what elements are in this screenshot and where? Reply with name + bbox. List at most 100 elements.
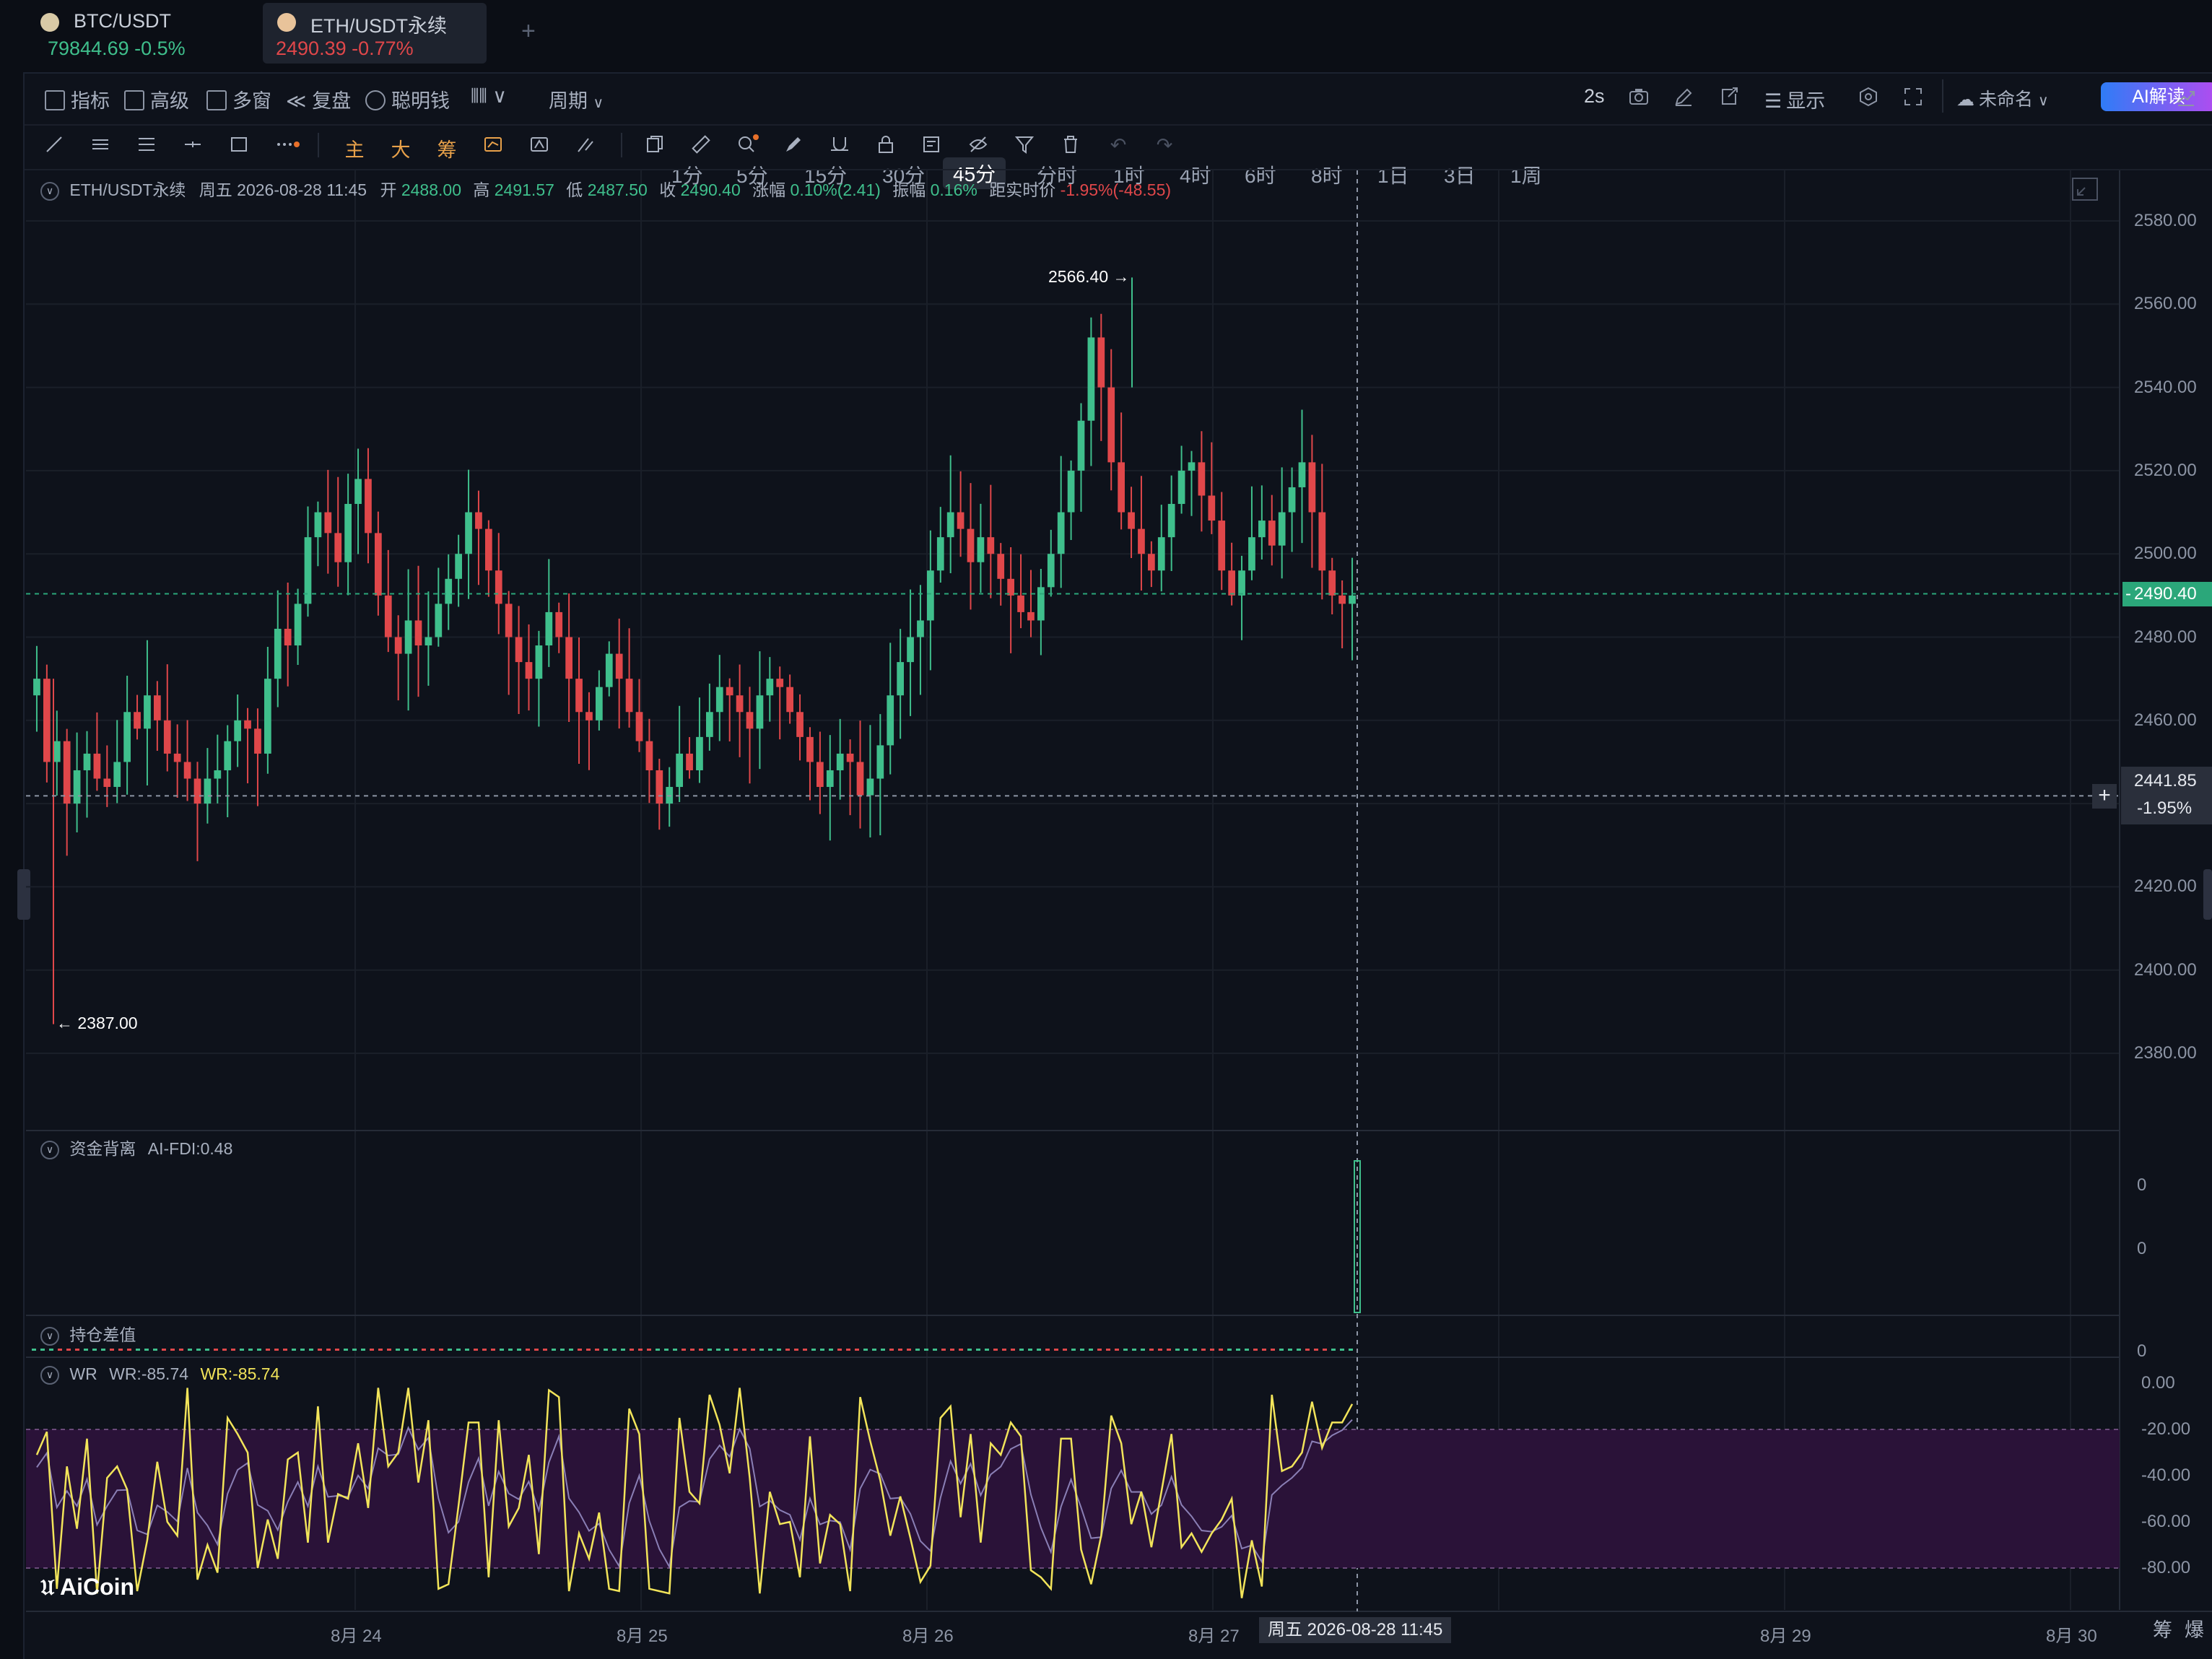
oi-tick [933, 1349, 937, 1351]
oi-tick [179, 1349, 183, 1351]
oi-tick [855, 1349, 859, 1351]
oi-tick [40, 1349, 45, 1351]
candle-body [726, 687, 733, 696]
candle-body [515, 637, 523, 663]
oi-tick [465, 1349, 469, 1351]
oi-tick [707, 1349, 712, 1351]
oi-tick [456, 1349, 461, 1351]
collapse-chevron-icon[interactable]: ∨ [40, 1365, 59, 1385]
oi-tick [950, 1349, 954, 1351]
oi-tick [344, 1349, 348, 1351]
oi-tick [335, 1349, 339, 1351]
collapse-chevron-icon[interactable]: ∨ [40, 1326, 59, 1346]
candle-body [43, 679, 51, 762]
oi-tick [101, 1349, 105, 1351]
candle-body [1268, 521, 1276, 546]
candle-body [484, 528, 492, 571]
oi-tick [474, 1349, 478, 1351]
candle-body [826, 770, 834, 788]
high-label: 高 [473, 180, 490, 199]
oi-tick [586, 1349, 591, 1351]
wr-title: WR [69, 1364, 97, 1383]
oi-tick [526, 1349, 530, 1351]
candle-body [1308, 462, 1316, 513]
oi-tick [656, 1349, 660, 1351]
distance-value: -1.95%(-48.55) [1060, 180, 1172, 199]
maximize-pane-icon[interactable] [2072, 178, 2098, 201]
wr-axis-tick: -80.00 [2141, 1558, 2191, 1577]
oi-tick [907, 1349, 911, 1351]
candle-body [1218, 521, 1226, 571]
oi-tick [92, 1349, 97, 1351]
candle-body [926, 570, 934, 621]
candle-body [1278, 512, 1286, 546]
time-axis-label: 8月 26 [902, 1627, 954, 1646]
oi-tick [283, 1349, 287, 1351]
oi-tick [881, 1349, 885, 1351]
close-value: 2490.40 [680, 180, 741, 199]
chips-side-tab[interactable]: 筹 [2153, 1614, 2172, 1642]
oi-tick [785, 1349, 790, 1351]
fdi-axis-tick: 0 [2137, 1175, 2147, 1195]
candle-body [1047, 554, 1055, 588]
oi-tick [967, 1349, 972, 1351]
collapse-chevron-icon[interactable]: ∨ [40, 1140, 59, 1159]
candle-body [134, 712, 141, 729]
oi-tick [829, 1349, 833, 1351]
price-axis-tick: 2520.00 [2134, 460, 2197, 480]
oi-tick [560, 1349, 565, 1351]
candle-body [284, 628, 292, 646]
candle-body [907, 637, 914, 663]
oi-tick [1227, 1349, 1232, 1351]
time-axis-label: 8月 25 [617, 1627, 668, 1646]
candle-body [344, 504, 352, 562]
oi-tick [638, 1349, 643, 1351]
oi-tick [1193, 1349, 1197, 1351]
oi-tick [794, 1349, 798, 1351]
price-axis-tick: 2580.00 [2134, 211, 2197, 230]
candle-body [1288, 487, 1296, 513]
candle-body [1167, 504, 1175, 538]
wr-value-1: WR:-85.74 [109, 1364, 189, 1383]
oi-tick [699, 1349, 703, 1351]
candle-body [686, 753, 693, 770]
candle-body [1138, 528, 1145, 554]
candle-body [465, 512, 472, 554]
candle-body [796, 712, 804, 737]
oi-axis-tick: 0 [2137, 1341, 2147, 1361]
info-datetime: 周五 2026-08-28 11:45 [199, 180, 367, 199]
price-axis-tick: 2380.00 [2134, 1043, 2197, 1063]
price-axis-tick: 2560.00 [2134, 294, 2197, 314]
oi-tick [413, 1349, 417, 1351]
oi-tick [898, 1349, 902, 1351]
candle-body [1087, 337, 1095, 421]
oi-panel-header: ∨ 持仓差值 [40, 1321, 136, 1346]
crosshair-time-tag: 周五 2026-08-28 11:45 [1259, 1617, 1452, 1643]
oi-tick [1045, 1349, 1050, 1351]
candle-body [1128, 512, 1135, 529]
oi-tick [136, 1349, 140, 1351]
low-label: 低 [566, 180, 583, 199]
candle-body [555, 611, 563, 637]
crosshair-add-icon[interactable]: + [2092, 784, 2117, 809]
fdi-panel-header: ∨ 资金背离 AI-FDI:0.48 [40, 1135, 232, 1159]
oi-tick [274, 1349, 279, 1351]
liquidation-side-tab[interactable]: 爆 [2185, 1614, 2204, 1642]
candlestick-chart[interactable] [0, 0, 2212, 1659]
candle-body [314, 512, 322, 538]
candle-body [656, 770, 663, 804]
collapse-chevron-icon[interactable]: ∨ [40, 181, 59, 201]
price-axis-tick: 2420.00 [2134, 876, 2197, 897]
oi-tick [205, 1349, 209, 1351]
candle-body [1228, 570, 1236, 596]
candle-body [715, 687, 723, 713]
candle-body [1338, 595, 1346, 604]
oi-tick [1349, 1349, 1353, 1351]
candle-body [806, 736, 814, 762]
oi-tick [309, 1349, 313, 1351]
oi-tick [1097, 1349, 1102, 1351]
candle-body [1007, 578, 1015, 596]
oi-tick [768, 1349, 772, 1351]
oi-tick [993, 1349, 998, 1351]
last-price-arrow-icon: - [2125, 584, 2131, 604]
